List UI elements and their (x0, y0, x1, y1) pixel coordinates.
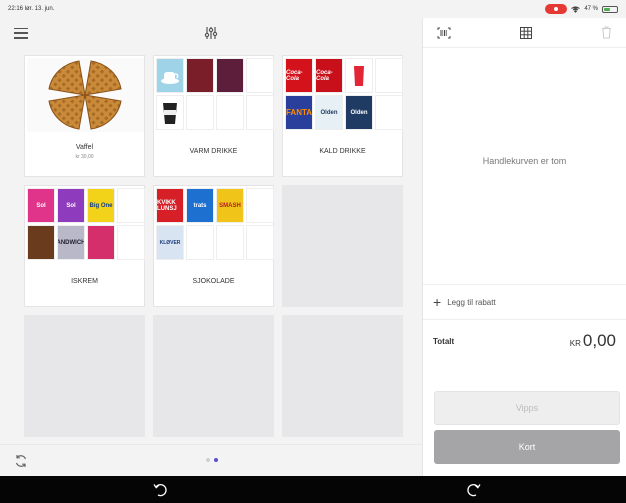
olden-thumb: Olden (345, 95, 373, 130)
coca-cola-thumb: Coca-Cola (285, 58, 313, 93)
empty-thumb (186, 95, 214, 130)
kaffe-pack-thumb (216, 58, 244, 93)
empty-tile[interactable] (24, 315, 145, 437)
wifi-icon (571, 5, 581, 13)
product-tile-vaffel[interactable]: Vaffel kr 30,00 (24, 55, 145, 177)
tea-cup-thumb (156, 58, 184, 93)
product-tile-sjokolade[interactable]: KVIKK LUNSJ trats SMASH KLØVER SJOKOLADE (153, 185, 274, 307)
empty-thumb (117, 188, 145, 223)
ice-cream-thumb: Sol (57, 188, 85, 223)
product-toolbar (0, 18, 422, 48)
product-panel: Vaffel kr 30,00 VARM DRIKKE Coca-Cola Co… (0, 18, 422, 476)
juice-glass-thumb (345, 58, 373, 93)
menu-icon[interactable] (14, 27, 28, 39)
sandwich-ice-thumb: ANDWICH (57, 225, 85, 260)
page-dot[interactable] (206, 458, 210, 462)
tile-price: kr 30,00 (75, 154, 94, 160)
empty-thumb (186, 225, 214, 260)
empty-thumb (246, 58, 274, 93)
sliders-icon[interactable] (203, 25, 219, 41)
back-icon[interactable] (152, 481, 168, 497)
coffee-cup-thumb (156, 95, 184, 130)
tile-label: ISKREM (71, 278, 98, 285)
product-footer (0, 444, 422, 476)
product-tile-varm-drikke[interactable]: VARM DRIKKE (153, 55, 274, 177)
fanta-thumb: FANTA (285, 95, 313, 130)
category-thumbnails: Sol Sol Big One ANDWICH (27, 188, 145, 260)
empty-thumb (117, 225, 145, 260)
barcode-scan-icon[interactable] (437, 27, 451, 39)
category-thumbnails (156, 58, 274, 130)
kvikk-lunsj-thumb: KVIKK LUNSJ (156, 188, 184, 223)
empty-tile[interactable] (282, 315, 403, 437)
olden-thumb: Olden (315, 95, 343, 130)
empty-thumb (216, 225, 244, 260)
empty-thumb (375, 58, 403, 93)
status-bar: 22:16 lør. 13. jun. 47 % (0, 0, 626, 18)
page-dot-active[interactable] (214, 458, 218, 462)
empty-thumb (246, 95, 274, 130)
trash-icon[interactable] (601, 26, 612, 39)
total-label: Totalt (433, 336, 455, 346)
total-row: Totalt KR 0,00 (423, 326, 626, 356)
product-tile-iskrem[interactable]: Sol Sol Big One ANDWICH ISKREM (24, 185, 145, 307)
tile-label: KALD DRIKKE (319, 148, 366, 155)
product-grid: Vaffel kr 30,00 VARM DRIKKE Coca-Cola Co… (24, 55, 403, 437)
kort-button[interactable]: Kort (434, 430, 620, 464)
empty-thumb (375, 95, 403, 130)
big-one-thumb: Big One (87, 188, 115, 223)
product-tile-kald-drikke[interactable]: Coca-Cola Coca-Cola FANTA Olden Olden KA… (282, 55, 403, 177)
total-value: 0,00 (582, 331, 616, 350)
tile-label: VARM DRIKKE (189, 148, 238, 155)
empty-thumb (216, 95, 244, 130)
chocolate-bar-thumb: trats (186, 188, 214, 223)
coca-cola-thumb: Coca-Cola (315, 58, 343, 93)
ice-cream-thumb: Sol (27, 188, 55, 223)
kaffe-pack-thumb (186, 58, 214, 93)
ice-cream-thumb (87, 225, 115, 260)
battery-percent: 47 % (584, 6, 598, 12)
waffle-image (27, 58, 144, 132)
add-discount-label: Legg til rabatt (447, 297, 496, 307)
total-amount: KR 0,00 (570, 331, 616, 351)
page-indicator[interactable] (206, 458, 218, 462)
refresh-icon[interactable] (14, 454, 28, 468)
total-currency: KR (569, 339, 581, 348)
plus-icon: + (433, 294, 442, 310)
empty-thumb (246, 225, 274, 260)
status-time: 22:16 (8, 6, 24, 12)
status-date: lør. 13. jun. (24, 6, 55, 12)
rotate-icon[interactable] (466, 481, 482, 497)
empty-tile[interactable] (282, 185, 403, 307)
chocolate-cone-thumb (27, 225, 55, 260)
system-nav-bar (0, 476, 626, 503)
category-thumbnails: KVIKK LUNSJ trats SMASH KLØVER (156, 188, 274, 260)
status-indicators: 47 % (545, 4, 618, 14)
category-thumbnails: Coca-Cola Coca-Cola FANTA Olden Olden (285, 58, 403, 130)
cart-toolbar (423, 18, 626, 48)
add-discount-button[interactable]: + Legg til rabatt (423, 284, 626, 320)
tile-label: SJOKOLADE (192, 278, 235, 285)
pos-screen: 22:16 lør. 13. jun. 47 % Vaffel kr 30,00… (0, 0, 626, 503)
tile-label: Vaffel (75, 144, 94, 151)
screen-recording-icon (545, 4, 568, 14)
empty-thumb (246, 188, 274, 223)
smash-thumb: SMASH (216, 188, 244, 223)
klover-thumb: KLØVER (156, 225, 184, 260)
vipps-button[interactable]: Vipps (434, 391, 620, 425)
empty-tile[interactable] (153, 315, 274, 437)
battery-icon (602, 5, 618, 13)
grid-icon[interactable] (520, 26, 532, 39)
cart-panel: Handlekurven er tom + Legg til rabatt To… (422, 18, 626, 476)
cart-empty-message: Handlekurven er tom (482, 156, 567, 166)
